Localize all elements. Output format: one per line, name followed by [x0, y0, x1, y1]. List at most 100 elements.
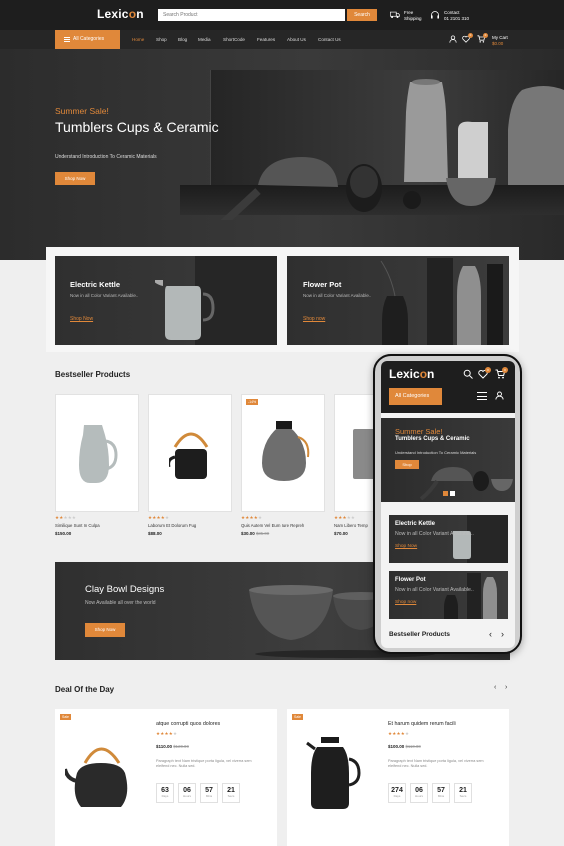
- nav-home[interactable]: Home: [132, 30, 144, 49]
- product-price: $88.00: [148, 531, 162, 536]
- deal-product-name[interactable]: Et harum quidem rerum facili: [388, 721, 456, 727]
- timer-secs: 21 Secs: [454, 783, 472, 803]
- product-name[interactable]: Similique Sunt In Culpa: [55, 523, 100, 528]
- hero-shop-now-button[interactable]: Shop Now: [55, 172, 95, 185]
- timer-days: 274 Days: [388, 783, 406, 803]
- banner-flower-pot[interactable]: Flower Pot Now in all Color Variant Avai…: [287, 256, 509, 345]
- nav-features[interactable]: Features: [257, 30, 275, 49]
- phone-user-icon[interactable]: [495, 391, 504, 400]
- image-pager[interactable]: [317, 837, 351, 841]
- product-old-price: $35.00: [256, 531, 270, 536]
- deal-price: $100.00 $110.00: [388, 744, 421, 749]
- product-name[interactable]: Quis Autem Vel Eum Iure Repreh: [241, 523, 304, 528]
- timer-hours: 06 Hours: [178, 783, 196, 803]
- phone-hero-shop-button[interactable]: Shop: [395, 460, 419, 469]
- product-rating: ★★★★★: [55, 515, 77, 520]
- cart-count-badge: 0: [483, 33, 488, 38]
- product-card[interactable]: [55, 394, 139, 512]
- phone-kettle-image: [453, 515, 508, 563]
- timer-value: 274: [391, 787, 403, 794]
- phone-banner-desc: Now in all Color Variant Available..: [395, 587, 474, 593]
- logo-part: Lexic: [97, 7, 129, 21]
- banner-shop-now-link[interactable]: Shop now: [303, 316, 325, 322]
- phone-next-arrow-icon[interactable]: ›: [501, 629, 504, 639]
- deal-next-arrow-icon[interactable]: ›: [505, 684, 507, 691]
- phone-prev-arrow-icon[interactable]: ‹: [489, 629, 492, 639]
- deal-rating: ★★★★★: [156, 731, 178, 736]
- timer-value: 06: [415, 787, 423, 794]
- nav-shortcode[interactable]: ShortCode: [223, 30, 245, 49]
- phone-search-icon[interactable]: [463, 369, 473, 379]
- phone-banner-title: Flower Pot: [395, 577, 426, 583]
- phone-hero-subtitle: Summer Sale!: [395, 427, 443, 436]
- phone-banner-electric-kettle[interactable]: Electric Kettle Now in all Color Variant…: [389, 515, 508, 563]
- deal-card[interactable]: Sale Et harum quidem rerum facili ★★★★★ …: [287, 709, 509, 846]
- phone-logo-accent: o: [419, 367, 428, 381]
- timer-value: 63: [161, 787, 169, 794]
- phone-cart-badge: 0: [502, 367, 508, 373]
- banner-desc: Now in all Color Variant Available..: [303, 293, 372, 298]
- phone-banner-link[interactable]: Shop now: [395, 600, 416, 605]
- banner-desc: Now in all Color Variant Available..: [70, 293, 139, 298]
- clay-shop-now-button[interactable]: Shop Now: [85, 623, 125, 637]
- deal-card[interactable]: Sale atque corrupti quos dolores ★★★★★ $…: [55, 709, 277, 846]
- phone-flower-pot-image: [444, 573, 497, 619]
- nav-blog[interactable]: Blog: [178, 30, 187, 49]
- hero-title: Tumblers Cups & Ceramic: [55, 119, 219, 135]
- phone-wishlist-badge: 0: [485, 367, 491, 373]
- all-categories-button[interactable]: All Categories: [55, 30, 120, 49]
- timer-label: Hours: [414, 794, 423, 798]
- deal-price-current: $110.00: [156, 744, 173, 749]
- deal-old-price: $110.00: [405, 744, 421, 749]
- phone-banner-flower-pot[interactable]: Flower Pot Now in all Color Variant Avai…: [389, 571, 508, 619]
- timer-secs: 21 Secs: [222, 783, 240, 803]
- hero-description: Understand Introduction To Ceramic Mater…: [55, 154, 157, 160]
- timer-value: 21: [227, 787, 235, 794]
- product-name[interactable]: Nam Libero Temp: [334, 523, 374, 528]
- timer-label: Secs: [459, 794, 467, 798]
- search-button[interactable]: Search: [347, 9, 377, 21]
- banner-electric-kettle[interactable]: Electric Kettle Now in all Color Variant…: [55, 256, 277, 345]
- timer-label: Mins: [437, 794, 445, 798]
- timer-label: Days: [393, 794, 401, 798]
- phone-hero-image: [419, 467, 513, 501]
- phone-logo-part: Lexic: [389, 367, 420, 381]
- product-rating: ★★★★★: [148, 515, 170, 520]
- deal-price: $110.00 $120.00: [156, 744, 189, 749]
- phone-menu-icon[interactable]: [477, 392, 487, 400]
- jug-image: [79, 425, 118, 483]
- phone-banner-link[interactable]: Shop Now: [395, 544, 417, 549]
- search-input[interactable]: [158, 9, 345, 21]
- menu-icon: [64, 37, 70, 42]
- phone-banner-desc: Now in all Color Variant Available..: [395, 531, 474, 537]
- nav-contact-us[interactable]: Contact Us: [318, 30, 341, 49]
- logo[interactable]: Lexicon: [97, 7, 144, 21]
- image-pager[interactable]: [91, 837, 113, 841]
- nav-media[interactable]: Media: [198, 30, 211, 49]
- product-price: $70.00: [334, 531, 348, 536]
- my-cart[interactable]: My Cart $0.00: [492, 35, 508, 46]
- product-rating: ★★★★★: [241, 515, 263, 520]
- phone-screen: Lexicon 0 0 All Categories Summer Sale! …: [381, 361, 515, 648]
- product-name[interactable]: Laborum Et Dolorum Fug: [148, 523, 196, 528]
- product-card[interactable]: -14%: [241, 394, 325, 512]
- product-rating: ★★★★★: [334, 515, 356, 520]
- nav-about-us[interactable]: About Us: [287, 30, 306, 49]
- phone-logo[interactable]: Lexicon: [389, 367, 434, 381]
- wishlist-count-badge: 0: [468, 33, 473, 38]
- nav-shop[interactable]: Shop: [156, 30, 167, 49]
- product-card[interactable]: [148, 394, 232, 512]
- phone-hero-dot[interactable]: [443, 491, 448, 496]
- page: Lexicon Search Free Shipping Contact 01 …: [0, 0, 564, 846]
- phone-all-categories-button[interactable]: All Categories: [389, 388, 442, 405]
- banner-shop-now-link[interactable]: Shop Now: [70, 316, 93, 322]
- deal-prev-arrow-icon[interactable]: ‹: [494, 684, 496, 691]
- sale-badge: Sale: [292, 714, 304, 720]
- hero-ceramics-image: [220, 79, 564, 220]
- user-icon[interactable]: [449, 35, 457, 43]
- deal-product-name[interactable]: atque corrupti quos dolores: [156, 721, 220, 727]
- phone-banner-title: Electric Kettle: [395, 521, 436, 527]
- phone-hero-dot[interactable]: [450, 491, 455, 496]
- timer-days: 63 Days: [156, 783, 174, 803]
- deal-description: Paragraph text Nam tristique porta ligul…: [388, 759, 484, 768]
